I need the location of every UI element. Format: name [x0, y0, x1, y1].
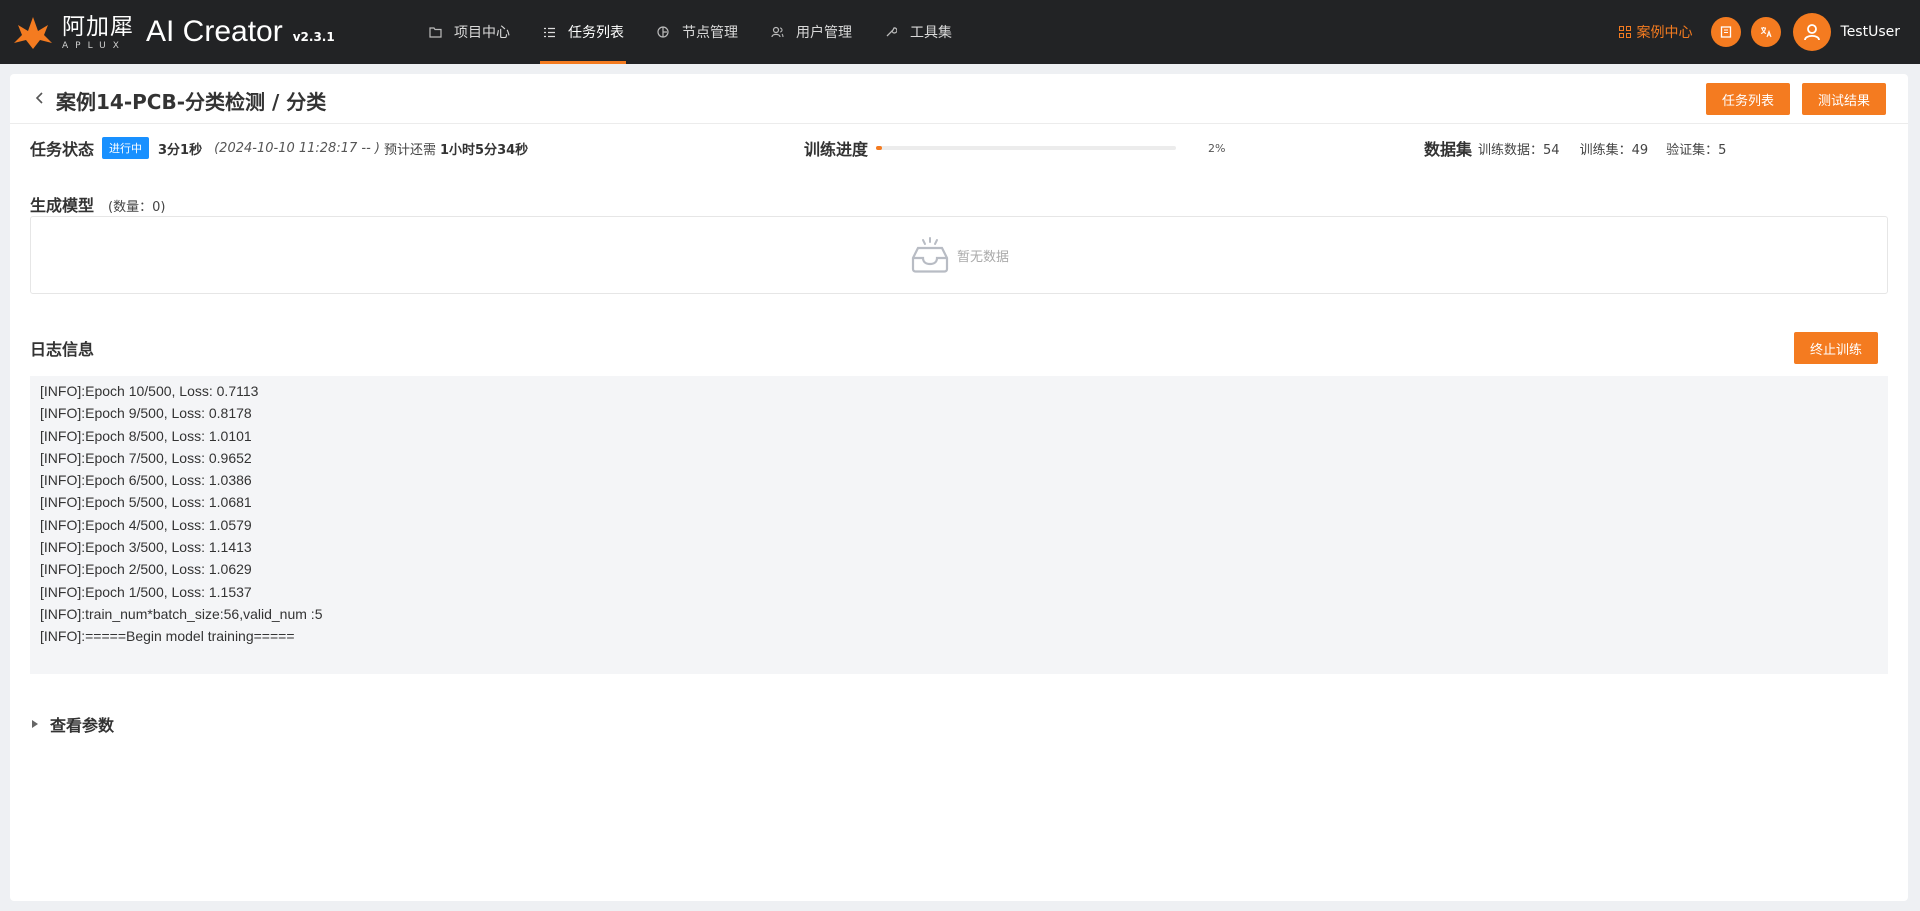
- log-line: [INFO]:Epoch 7/500, Loss: 0.9652: [40, 449, 252, 466]
- book-icon: [1720, 26, 1731, 38]
- log-title: 日志信息: [30, 340, 95, 359]
- chevron-left-icon: [35, 92, 43, 104]
- brand-cn-name: 阿加犀: [62, 13, 134, 40]
- dataset-info: 数据集 训练数据：54 训练集：49 验证集：5: [1424, 136, 1726, 160]
- avatar[interactable]: [1792, 13, 1831, 51]
- page-header: 案例14-PCB-分类检测 / 分类 任务列表 测试结果: [10, 74, 1908, 124]
- models-empty-state: 暂无数据: [30, 216, 1888, 294]
- progress-label: 训练进度: [804, 140, 869, 159]
- log-line: [INFO]:Epoch 10/500, Loss: 0.7113: [40, 383, 259, 399]
- models-label: 生成模型: [30, 196, 95, 215]
- log-line: [INFO]:Epoch 9/500, Loss: 0.8178: [40, 405, 252, 422]
- log-line: [INFO]:Epoch 5/500, Loss: 1.0681: [40, 494, 252, 511]
- folder-icon: [428, 25, 442, 39]
- log-line: [INFO]:Epoch 2/500, Loss: 1.0629: [40, 561, 252, 578]
- nav-label: 任务列表: [568, 25, 624, 41]
- top-right-actions: 案例中心 TestUser: [1618, 0, 1900, 64]
- models-header: 生成模型 (数量：0): [30, 192, 165, 216]
- nav-item-tools[interactable]: 工具集: [868, 0, 968, 64]
- log-line: [INFO]:train_num*batch_size:56,valid_num…: [40, 605, 323, 622]
- view-params-label: 查看参数: [50, 716, 115, 735]
- nav-label: 项目中心: [454, 25, 510, 41]
- log-line: [INFO]:Epoch 6/500, Loss: 1.0386: [40, 472, 252, 489]
- grid-icon: [1618, 26, 1631, 38]
- list-icon: [542, 25, 556, 39]
- valid-set-count: 验证集：5: [1666, 142, 1727, 158]
- stop-training-button[interactable]: 终止训练: [1793, 332, 1878, 364]
- translate-icon: [1760, 27, 1772, 38]
- brand-en-name: APLUX: [62, 40, 126, 51]
- case-center-label: 案例中心: [1636, 25, 1693, 41]
- product-version: v2.3.1: [292, 30, 335, 44]
- train-set-count: 训练集：49: [1579, 142, 1649, 158]
- product-name: AI Creator: [146, 15, 283, 48]
- train-data-count: 训练数据：54: [1478, 142, 1560, 158]
- models-count: (数量：0): [108, 200, 166, 215]
- username[interactable]: TestUser: [1841, 24, 1900, 40]
- top-navbar: 阿加犀 APLUX AI Creator v2.3.1 项目中心 任务列表 节点…: [0, 0, 1920, 64]
- node-icon: [656, 25, 670, 39]
- brand-logo-icon: [14, 17, 52, 49]
- time-range: (2024-10-10 11:28:17 -- ): [214, 140, 380, 156]
- nav-item-projects[interactable]: 项目中心: [412, 0, 526, 64]
- log-line: [INFO]:Epoch 3/500, Loss: 1.1413: [40, 539, 252, 556]
- progress-percent: 2%: [1208, 141, 1226, 155]
- status-badge: 进行中: [102, 137, 150, 159]
- main-nav: 项目中心 任务列表 节点管理 用户管理 工具集: [412, 0, 968, 64]
- nav-item-tasks[interactable]: 任务列表: [526, 0, 640, 64]
- progress-bar: [876, 146, 1177, 150]
- test-result-button[interactable]: 测试结果: [1802, 83, 1887, 115]
- log-line: [INFO]:Epoch 8/500, Loss: 1.0101: [40, 427, 252, 444]
- nav-label: 节点管理: [682, 25, 738, 41]
- dataset-label: 数据集: [1424, 140, 1473, 159]
- eta-label: 预计还需: [383, 142, 436, 158]
- wrench-icon: [884, 25, 898, 39]
- log-line: [INFO]:=====Begin model training=====: [40, 628, 295, 645]
- task-detail-card: 案例14-PCB-分类检测 / 分类 任务列表 测试结果 任务状态 进行中 3分…: [10, 74, 1908, 901]
- log-line: [INFO]:Epoch 4/500, Loss: 1.0579: [40, 516, 252, 533]
- back-button[interactable]: [30, 88, 50, 108]
- view-params-toggle[interactable]: 查看参数: [32, 712, 114, 736]
- empty-text: 暂无数据: [956, 249, 1009, 265]
- task-list-button[interactable]: 任务列表: [1706, 83, 1791, 115]
- brand-text: 阿加犀 APLUX: [62, 14, 134, 51]
- brand[interactable]: 阿加犀 APLUX AI Creator v2.3.1: [12, 13, 412, 51]
- empty-placeholder: 暂无数据: [909, 236, 1009, 274]
- log-console[interactable]: [INFO]:Epoch 10/500, Loss: 0.7113 [INFO]:…: [30, 376, 1888, 674]
- task-status-label: 任务状态: [30, 140, 95, 159]
- training-progress: 训练进度 2%: [804, 136, 1264, 160]
- case-center-link[interactable]: 案例中心: [1618, 22, 1693, 42]
- eta-value: 1小时5分34秒: [439, 142, 529, 158]
- user-icon: [1803, 24, 1820, 41]
- progress-fill: [876, 146, 883, 150]
- users-icon: [770, 25, 784, 39]
- elapsed-duration: 3分1秒: [158, 142, 203, 158]
- log-line: [INFO]:Epoch 1/500, Loss: 1.1537: [40, 583, 252, 600]
- nav-item-nodes[interactable]: 节点管理: [640, 0, 754, 64]
- docs-button[interactable]: [1710, 17, 1741, 47]
- page-title: 案例14-PCB-分类检测 / 分类: [56, 90, 327, 114]
- caret-right-icon: [32, 720, 38, 728]
- nav-label: 工具集: [910, 25, 952, 41]
- nav-item-users[interactable]: 用户管理: [754, 0, 868, 64]
- empty-inbox-icon: [911, 237, 949, 273]
- nav-label: 用户管理: [796, 25, 852, 41]
- language-button[interactable]: [1750, 17, 1781, 47]
